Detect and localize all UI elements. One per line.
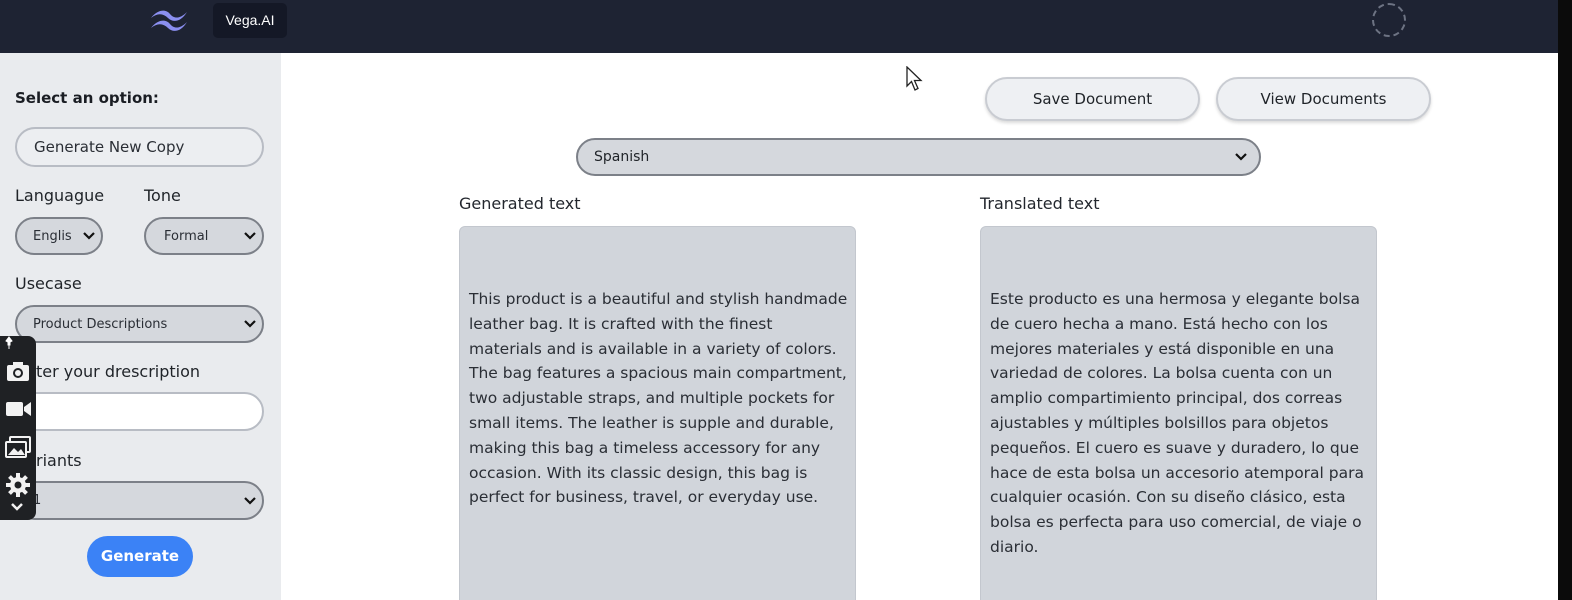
description-label: ter your drescription [36, 362, 201, 381]
tone-label: Tone [144, 186, 181, 205]
screen-edge [1558, 0, 1572, 600]
sidebar: Select an option: Generate New Copy Lang… [0, 53, 281, 600]
generated-text-title: Generated text [459, 194, 581, 213]
top-navbar: Vega.AI [0, 0, 1558, 53]
app-window: Vega.AI Select an option: Generate New C… [0, 0, 1558, 600]
view-documents-button[interactable]: View Documents [1216, 77, 1431, 121]
mouse-cursor-icon [906, 66, 923, 91]
variants-select[interactable]: 1 [15, 481, 264, 520]
gear-icon[interactable] [4, 472, 32, 498]
translation-language-value: Spanish [594, 149, 650, 165]
translated-text-content: Este producto es una hermosa y elegante … [990, 290, 1364, 556]
tone-value: Formal [164, 228, 209, 244]
chevron-down-icon [244, 320, 256, 328]
save-document-button[interactable]: Save Document [985, 77, 1200, 121]
select-option-label: Select an option: [15, 89, 159, 107]
chevron-down-icon [244, 232, 256, 240]
pin-icon[interactable] [2, 336, 16, 350]
option-value: Generate New Copy [34, 138, 185, 156]
description-input[interactable] [15, 392, 264, 431]
camera-icon[interactable] [4, 358, 32, 384]
usecase-label: Usecase [15, 274, 82, 293]
tone-select[interactable]: Formal [144, 217, 264, 255]
avatar-icon[interactable] [1372, 3, 1406, 37]
option-select[interactable]: Generate New Copy [15, 127, 264, 167]
chevron-down-icon [244, 496, 256, 505]
language-value: Englis [33, 228, 72, 244]
translation-language-select[interactable]: Spanish [576, 138, 1261, 176]
generated-text-area[interactable]: This product is a beautiful and stylish … [459, 226, 856, 600]
floating-toolbar [0, 336, 36, 520]
gallery-icon[interactable] [4, 434, 32, 460]
generated-text-content: This product is a beautiful and stylish … [469, 290, 848, 507]
translated-text-title: Translated text [980, 194, 1100, 213]
chevron-down-icon[interactable] [10, 502, 24, 512]
usecase-value: Product Descriptions [33, 316, 168, 332]
wind-logo-icon[interactable] [148, 6, 190, 34]
chevron-down-icon [1235, 153, 1247, 161]
variants-label: riants [36, 451, 82, 470]
chevron-down-icon [83, 232, 95, 240]
usecase-select[interactable]: Product Descriptions [15, 305, 264, 343]
video-icon[interactable] [4, 396, 32, 422]
language-label: Languague [15, 186, 105, 205]
generate-button[interactable]: Generate [87, 536, 193, 577]
brand-name[interactable]: Vega.AI [213, 3, 287, 38]
language-select[interactable]: Englis [15, 217, 103, 255]
translated-text-area[interactable]: Este producto es una hermosa y elegante … [980, 226, 1377, 600]
